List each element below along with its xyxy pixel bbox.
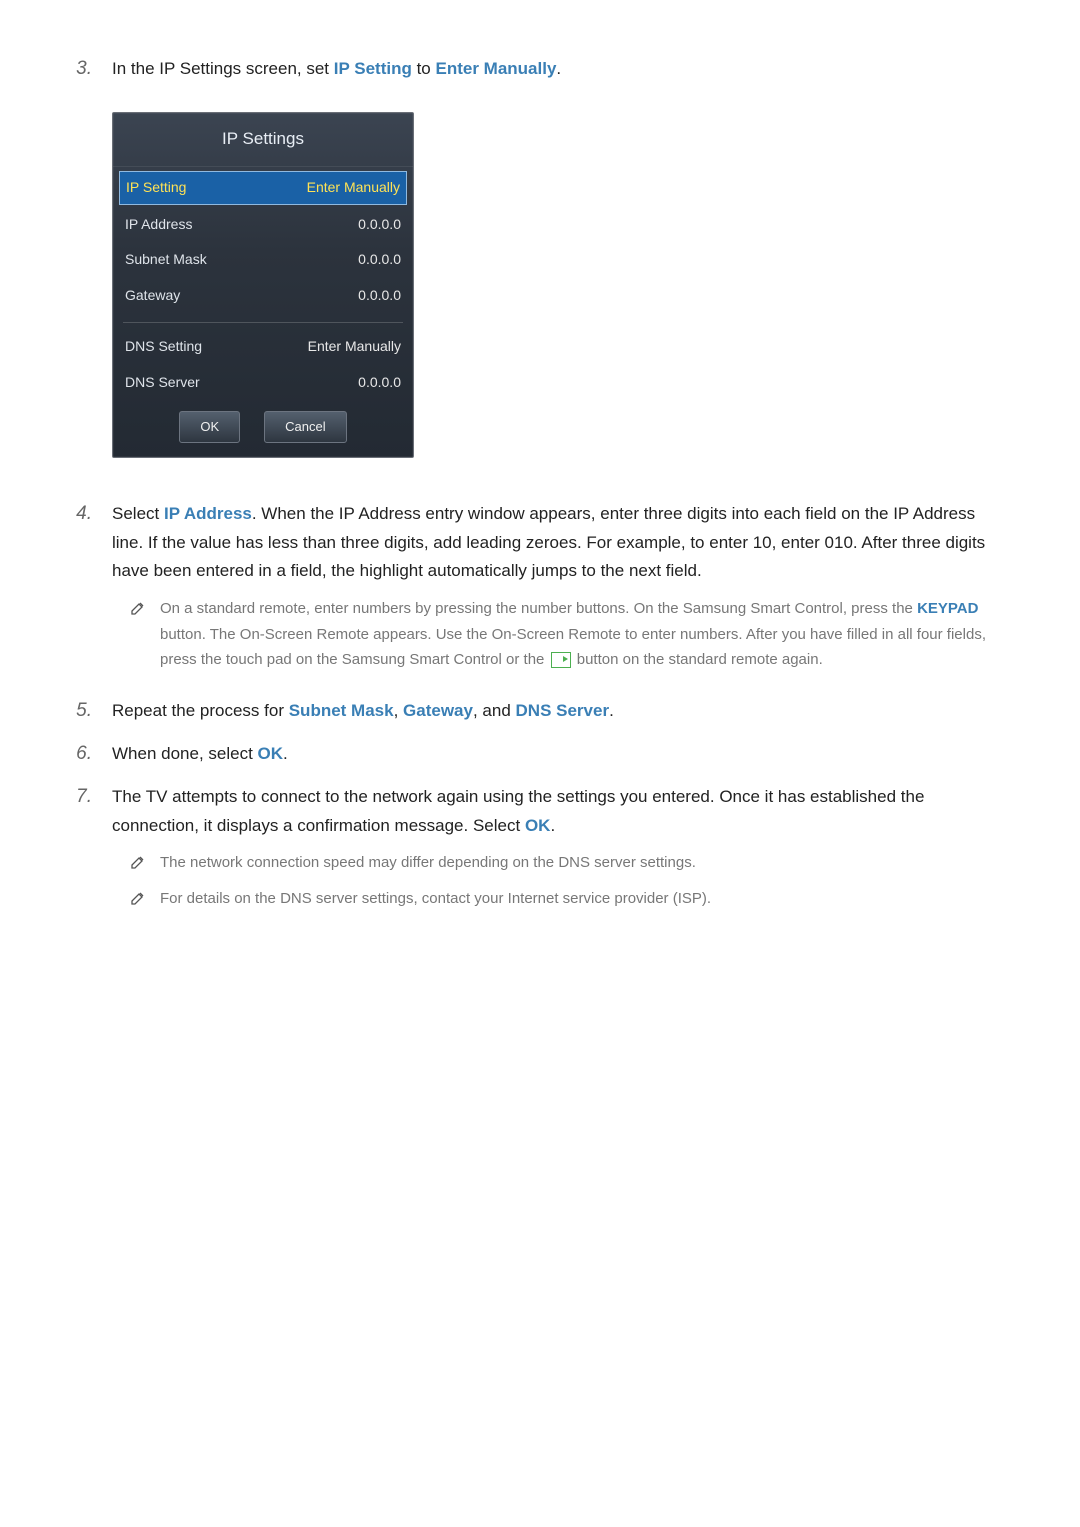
panel-title: IP Settings [113, 113, 413, 167]
row-value: 0.0.0.0 [358, 248, 401, 272]
step-number: 5. [70, 697, 92, 726]
row-dns-server[interactable]: DNS Server 0.0.0.0 [113, 365, 413, 401]
row-label: Subnet Mask [125, 248, 207, 272]
step-6: 6. When done, select OK. [70, 740, 1010, 769]
hl-dns-server: DNS Server [516, 701, 610, 720]
row-subnet-mask[interactable]: Subnet Mask 0.0.0.0 [113, 242, 413, 278]
step-4-text: Select IP Address. When the IP Address e… [112, 500, 1010, 587]
hl-subnet-mask: Subnet Mask [289, 701, 394, 720]
row-gateway[interactable]: Gateway 0.0.0.0 [113, 278, 413, 314]
step-5: 5. Repeat the process for Subnet Mask, G… [70, 697, 1010, 726]
row-label: DNS Server [125, 371, 200, 395]
hl-enter-manually: Enter Manually [435, 59, 556, 78]
ip-settings-panel: IP Settings IP Setting Enter Manually IP… [112, 112, 414, 458]
row-label: IP Setting [126, 176, 186, 200]
hl-ok-2: OK [525, 816, 551, 835]
pencil-icon [130, 854, 146, 870]
row-ip-setting[interactable]: IP Setting Enter Manually [119, 171, 407, 205]
row-label: DNS Setting [125, 335, 202, 359]
step-number: 4. [70, 500, 92, 683]
step-number: 3. [70, 55, 92, 486]
row-label: Gateway [125, 284, 180, 308]
hl-ok: OK [258, 744, 284, 763]
pencil-icon [130, 600, 146, 616]
row-value: Enter Manually [307, 176, 400, 200]
step-5-text: Repeat the process for Subnet Mask, Gate… [112, 697, 1010, 726]
note-item: On a standard remote, enter numbers by p… [130, 596, 1010, 673]
hl-keypad: KEYPAD [917, 600, 978, 617]
step-3: 3. In the IP Settings screen, set IP Set… [70, 55, 1010, 486]
hl-ip-setting: IP Setting [334, 59, 412, 78]
step-4: 4. Select IP Address. When the IP Addres… [70, 500, 1010, 683]
step-number: 6. [70, 740, 92, 769]
step-number: 7. [70, 783, 92, 922]
step-6-text: When done, select OK. [112, 740, 1010, 769]
panel-divider [123, 322, 403, 323]
row-label: IP Address [125, 213, 192, 237]
cancel-button[interactable]: Cancel [264, 411, 346, 443]
hl-gateway: Gateway [403, 701, 473, 720]
note-text: On a standard remote, enter numbers by p… [160, 596, 1010, 673]
step-7: 7. The TV attempts to connect to the net… [70, 783, 1010, 922]
row-value: 0.0.0.0 [358, 371, 401, 395]
note-item: For details on the DNS server settings, … [130, 886, 1010, 912]
row-value: Enter Manually [308, 335, 401, 359]
enter-icon [551, 652, 571, 668]
row-dns-setting[interactable]: DNS Setting Enter Manually [113, 329, 413, 365]
manual-page: 3. In the IP Settings screen, set IP Set… [0, 0, 1080, 975]
row-value: 0.0.0.0 [358, 284, 401, 308]
pencil-icon [130, 890, 146, 906]
note-item: The network connection speed may differ … [130, 850, 1010, 876]
step-3-text: In the IP Settings screen, set IP Settin… [112, 55, 1010, 84]
note-text: The network connection speed may differ … [160, 850, 696, 876]
step-7-text: The TV attempts to connect to the networ… [112, 783, 1010, 841]
ok-button[interactable]: OK [179, 411, 240, 443]
row-value: 0.0.0.0 [358, 213, 401, 237]
hl-ip-address: IP Address [164, 504, 252, 523]
note-text: For details on the DNS server settings, … [160, 886, 711, 912]
row-ip-address[interactable]: IP Address 0.0.0.0 [113, 207, 413, 243]
